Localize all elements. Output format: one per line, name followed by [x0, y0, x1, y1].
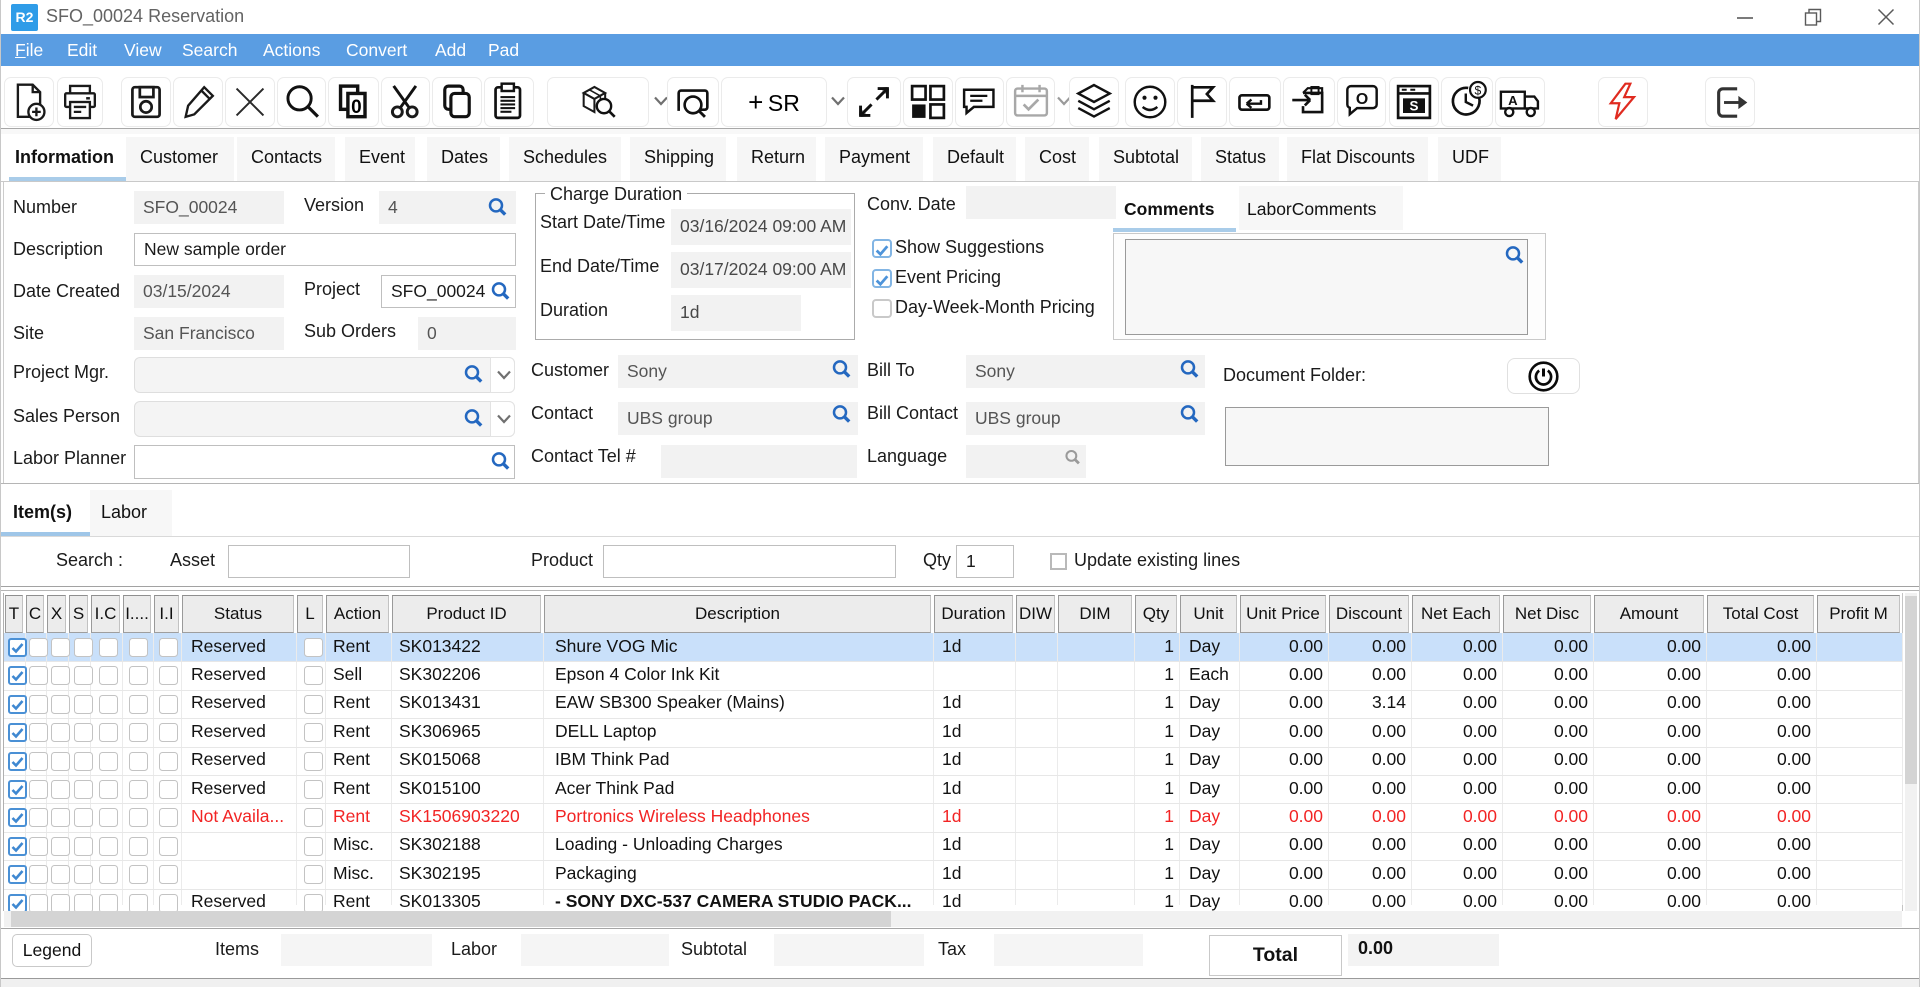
svg-text:$: $: [1475, 84, 1482, 98]
svg-text:S: S: [1410, 99, 1419, 114]
svg-text:O: O: [1355, 91, 1367, 108]
svg-text:A: A: [1508, 92, 1518, 107]
svg-text:0: 0: [351, 97, 362, 118]
